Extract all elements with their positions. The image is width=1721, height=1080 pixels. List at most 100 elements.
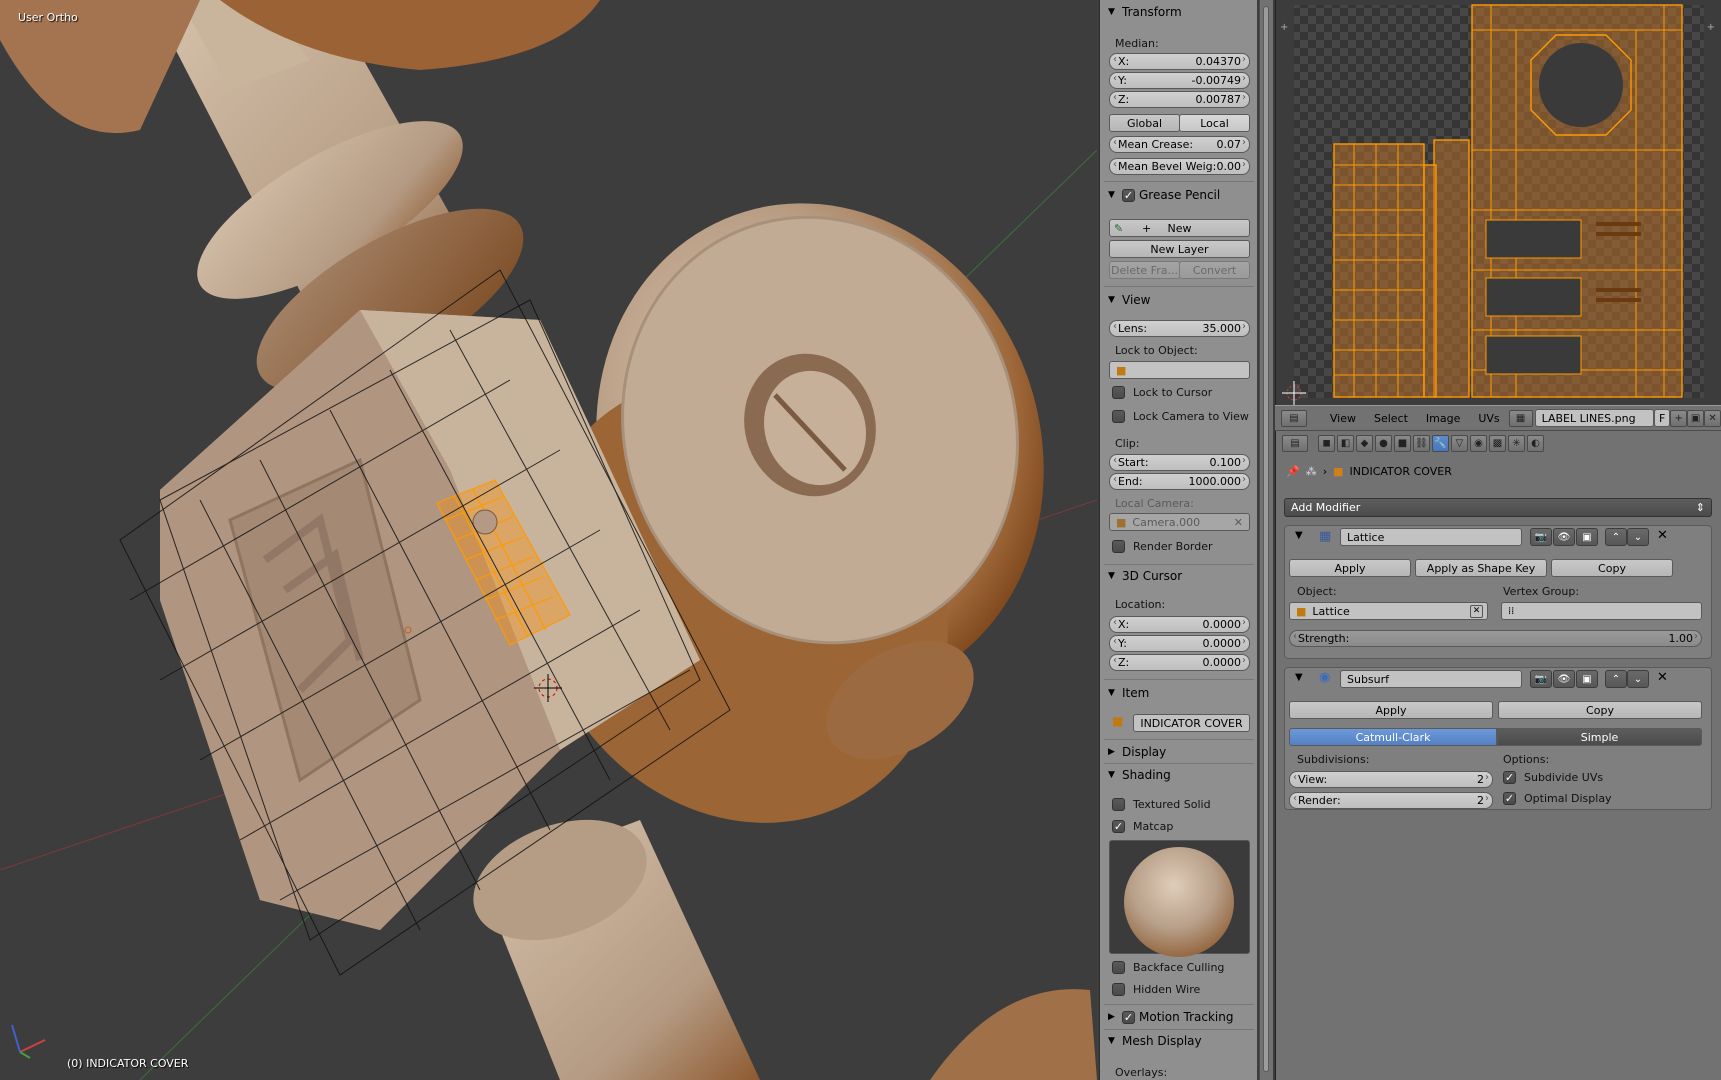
sidebar-expand-icon[interactable]: + xyxy=(1707,22,1715,33)
data-tab-icon[interactable]: ▽ xyxy=(1451,434,1468,452)
physics-tab-icon[interactable]: ◐ xyxy=(1527,434,1544,452)
subdiv-render-field[interactable]: Render:2 xyxy=(1289,792,1493,809)
image-name-field[interactable]: LABEL LINES.png xyxy=(1534,409,1655,427)
3d-viewport[interactable]: User Ortho (0) INDICATOR COVER xyxy=(0,0,1097,1080)
cursor-z-field[interactable]: Z:0.0000 xyxy=(1109,654,1250,671)
add-modifier-dropdown[interactable]: Add Modifier ⇕ xyxy=(1284,498,1712,517)
object-name-field[interactable]: INDICATOR COVER xyxy=(1133,714,1250,732)
cursor-x-field[interactable]: X:0.0000 xyxy=(1109,616,1250,633)
menu-select[interactable]: Select xyxy=(1365,412,1417,425)
motion-tracking-checkbox[interactable]: ✓ xyxy=(1122,1010,1135,1024)
move-down-icon[interactable]: ⌄ xyxy=(1627,528,1649,546)
simple-toggle[interactable]: Simple xyxy=(1497,728,1702,746)
lattice-name-field[interactable]: Lattice xyxy=(1340,528,1522,546)
panel-header-transform[interactable]: ▼ Transform xyxy=(1104,2,1254,22)
clip-end-field[interactable]: End:1000.000 xyxy=(1109,473,1250,490)
subsurf-apply-button[interactable]: Apply xyxy=(1289,701,1493,719)
mean-bevel-field[interactable]: Mean Bevel Weig:0.00 xyxy=(1109,158,1250,175)
lens-field[interactable]: Lens:35.000 xyxy=(1109,320,1250,337)
matcap-checkbox[interactable]: ✓ Matcap xyxy=(1112,820,1173,833)
modifiers-tab-icon[interactable]: 🔧 xyxy=(1432,434,1449,452)
collapse-arrow-icon[interactable]: ▼ xyxy=(1295,672,1303,683)
panel-header-mesh-display[interactable]: ▼ Mesh Display xyxy=(1104,1031,1254,1051)
unlink-image-icon[interactable]: ✕ xyxy=(1704,409,1721,427)
viewport-toggle-icon[interactable]: 👁 xyxy=(1553,670,1575,688)
subsurf-copy-button[interactable]: Copy xyxy=(1498,701,1702,719)
uv-editor-canvas[interactable]: + + xyxy=(1275,0,1721,405)
mean-crease-field[interactable]: Mean Crease:0.07 xyxy=(1109,136,1250,153)
fake-user-toggle[interactable]: F xyxy=(1654,409,1671,427)
subsurf-name-field[interactable]: Subsurf xyxy=(1340,670,1522,688)
panel-header-motion-tracking[interactable]: ▶ ✓ Motion Tracking xyxy=(1104,1007,1254,1027)
open-image-icon[interactable]: ▣ xyxy=(1687,409,1705,427)
lattice-copy-button[interactable]: Copy xyxy=(1551,559,1673,577)
lattice-apply-button[interactable]: Apply xyxy=(1289,559,1411,577)
menu-view[interactable]: View xyxy=(1321,412,1365,425)
render-toggle-icon[interactable]: 📷 xyxy=(1530,670,1552,688)
subdivide-uvs-checkbox[interactable]: ✓ Subdivide UVs xyxy=(1503,771,1603,784)
grease-pencil-checkbox[interactable]: ✓ xyxy=(1122,188,1135,202)
toolshelf-expand-icon[interactable]: + xyxy=(1280,22,1288,33)
move-up-icon[interactable]: ⌃ xyxy=(1605,528,1627,546)
move-up-icon[interactable]: ⌃ xyxy=(1605,670,1627,688)
image-browse-icon[interactable]: ▦ xyxy=(1508,409,1533,427)
local-toggle[interactable]: Local xyxy=(1179,114,1250,132)
panel-header-grease-pencil[interactable]: ▼ ✓ Grease Pencil xyxy=(1104,185,1254,205)
panel-header-3d-cursor[interactable]: ▼ 3D Cursor xyxy=(1104,566,1254,586)
remove-modifier-icon[interactable]: ✕ xyxy=(1657,528,1668,543)
median-y-field[interactable]: Y:-0.00749 xyxy=(1109,72,1250,89)
editmode-toggle-icon[interactable]: ▣ xyxy=(1576,528,1598,546)
panel-header-view[interactable]: ▼ View xyxy=(1104,290,1254,310)
world-tab-icon[interactable]: ● xyxy=(1375,434,1392,452)
backface-culling-checkbox[interactable]: Backface Culling xyxy=(1112,961,1224,974)
object-tab-icon[interactable]: ■ xyxy=(1394,434,1411,452)
constraints-tab-icon[interactable]: ⛓ xyxy=(1413,434,1430,452)
panel-header-shading[interactable]: ▼ Shading xyxy=(1104,765,1254,785)
lock-cursor-checkbox[interactable]: Lock to Cursor xyxy=(1112,386,1212,399)
pin-icon[interactable]: 📌 xyxy=(1286,465,1300,478)
lattice-object-field[interactable]: ■ Lattice ✕ xyxy=(1289,602,1488,620)
local-camera-field[interactable]: ■ Camera.000 ✕ xyxy=(1109,513,1250,531)
new-layer-button[interactable]: New Layer xyxy=(1109,240,1250,258)
clear-x-icon[interactable]: ✕ xyxy=(1234,516,1243,529)
median-z-field[interactable]: Z:0.00787 xyxy=(1109,91,1250,108)
cursor-y-field[interactable]: Y:0.0000 xyxy=(1109,635,1250,652)
render-border-checkbox[interactable]: Render Border xyxy=(1112,540,1213,553)
apply-as-shape-key-button[interactable]: Apply as Shape Key xyxy=(1415,559,1547,577)
matcap-preview[interactable] xyxy=(1109,840,1250,957)
editmode-toggle-icon[interactable]: ▣ xyxy=(1576,670,1598,688)
panel-header-item[interactable]: ▼ Item xyxy=(1104,683,1254,703)
delete-frame-button[interactable]: Delete Fra... xyxy=(1109,261,1180,279)
menu-uvs[interactable]: UVs xyxy=(1469,412,1508,425)
render-toggle-icon[interactable]: 📷 xyxy=(1530,528,1552,546)
render-tab-icon[interactable]: ◼ xyxy=(1318,434,1335,452)
collapse-arrow-icon[interactable]: ▼ xyxy=(1295,530,1303,541)
median-x-field[interactable]: X:0.04370 xyxy=(1109,53,1250,70)
grease-pencil-new-button[interactable]: ✎ + New xyxy=(1109,219,1250,237)
editor-type-icon[interactable]: ▤ xyxy=(1282,434,1308,452)
remove-modifier-icon[interactable]: ✕ xyxy=(1657,670,1668,685)
scrollbar-thumb[interactable] xyxy=(1263,6,1269,1072)
global-toggle[interactable]: Global xyxy=(1109,114,1180,132)
convert-button[interactable]: Convert xyxy=(1179,261,1250,279)
clear-x-icon[interactable]: ✕ xyxy=(1470,604,1483,618)
optimal-display-checkbox[interactable]: ✓ Optimal Display xyxy=(1503,792,1612,805)
panel-header-display[interactable]: ▶ Display xyxy=(1104,742,1254,762)
new-image-icon[interactable]: + xyxy=(1670,409,1688,427)
catmull-clark-toggle[interactable]: Catmull-Clark xyxy=(1289,728,1497,746)
lock-camera-checkbox[interactable]: Lock Camera to View xyxy=(1112,410,1249,423)
editor-type-icon[interactable]: ▤ xyxy=(1281,409,1307,427)
menu-image[interactable]: Image xyxy=(1417,412,1469,425)
clip-start-field[interactable]: Start:0.100 xyxy=(1109,454,1250,471)
texture-tab-icon[interactable]: ▩ xyxy=(1489,434,1506,452)
shelf-scrollbar[interactable] xyxy=(1259,0,1273,1080)
render-layers-tab-icon[interactable]: ◧ xyxy=(1337,434,1354,452)
textured-solid-checkbox[interactable]: Textured Solid xyxy=(1112,798,1211,811)
viewport-toggle-icon[interactable]: 👁 xyxy=(1553,528,1575,546)
hidden-wire-checkbox[interactable]: Hidden Wire xyxy=(1112,983,1200,996)
subdiv-view-field[interactable]: View:2 xyxy=(1289,771,1493,788)
material-tab-icon[interactable]: ◉ xyxy=(1470,434,1487,452)
scene-tab-icon[interactable]: ◆ xyxy=(1356,434,1373,452)
particles-tab-icon[interactable]: ✳ xyxy=(1508,434,1525,452)
strength-slider[interactable]: Strength:1.00 xyxy=(1289,630,1702,647)
